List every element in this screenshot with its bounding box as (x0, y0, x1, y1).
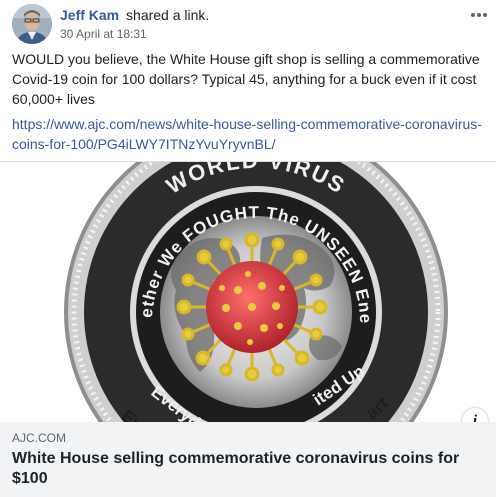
preview-title-link[interactable]: White House selling commemorative corona… (12, 449, 484, 489)
post-header: Jeff Kam shared a link. 30 April at 18:3… (12, 2, 488, 44)
avatar-photo (12, 4, 52, 44)
more-options-button[interactable] (470, 2, 488, 23)
author-name-link[interactable]: Jeff Kam (60, 7, 119, 23)
link-preview-card[interactable]: WORLD VIRUS Together We FOUGHT The UNSEE… (0, 161, 496, 497)
author-line: Jeff Kam shared a link. (60, 7, 209, 23)
preview-caption[interactable]: AJC.COM White House selling commemorativ… (0, 422, 496, 497)
post-url-link[interactable]: https://www.ajc.com/news/white-house-sel… (12, 114, 488, 154)
author-avatar[interactable] (12, 4, 52, 44)
info-icon: i (472, 413, 478, 422)
coin-image: WORLD VIRUS Together We FOUGHT The UNSEE… (0, 162, 448, 422)
preview-image[interactable]: WORLD VIRUS Together We FOUGHT The UNSEE… (0, 162, 496, 422)
post-message: WOULD you believe, the White House gift … (12, 51, 480, 107)
post-timestamp[interactable]: 30 April at 18:31 (60, 27, 147, 41)
preview-domain: AJC.COM (12, 431, 66, 445)
coronavirus-graphic (176, 232, 328, 382)
facebook-post: Jeff Kam shared a link. 30 April at 18:3… (0, 0, 496, 497)
more-dots-icon (471, 13, 487, 17)
post-action-text: shared a link. (126, 7, 210, 23)
